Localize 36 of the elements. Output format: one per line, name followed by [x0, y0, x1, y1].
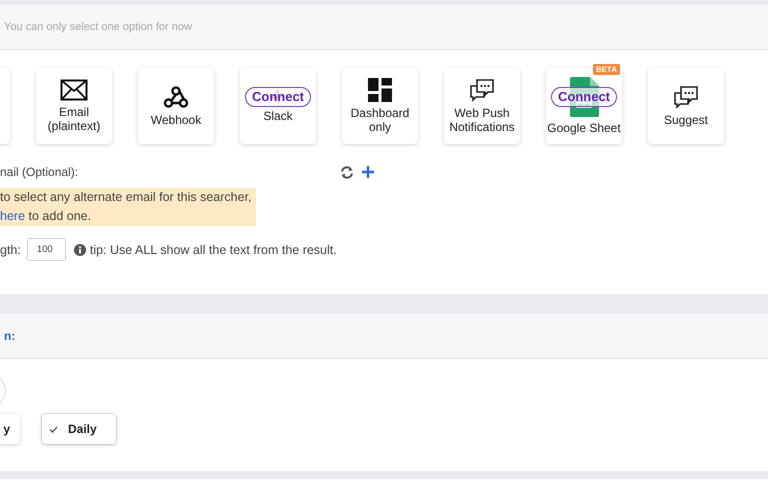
warning-text: to select any alternate email for this searcher,	[0, 189, 252, 206]
field-label: gth:	[0, 242, 21, 256]
channel-card[interactable]: Webhook	[138, 68, 214, 144]
length-input[interactable]: 100	[26, 238, 66, 261]
channel-label: Web Push Notifications	[449, 106, 515, 134]
chat-bubbles-icon	[673, 85, 699, 109]
channel-card[interactable]: Email (plaintext)	[36, 68, 112, 144]
beta-badge: BETA	[592, 64, 620, 75]
channel-card[interactable]: Connect Slack	[240, 68, 316, 144]
warning-text: to add one.	[28, 209, 92, 223]
check-icon	[49, 426, 58, 432]
tip-text: tip: Use ALL show all the text from the result.	[90, 242, 337, 256]
channel-card[interactable]: Dashboard only	[342, 68, 418, 144]
frequency-option[interactable]: y	[0, 414, 20, 444]
connect-button[interactable]: Connect	[551, 87, 617, 107]
section-title: n:	[4, 329, 16, 343]
chat-bubbles-icon	[469, 78, 495, 102]
refresh-icon[interactable]	[340, 166, 354, 178]
add-link[interactable]: here	[0, 209, 26, 223]
field-label: nail (Optional):	[0, 165, 80, 179]
channel-label: Suggest	[664, 113, 708, 127]
connect-button[interactable]: Connect	[245, 87, 311, 107]
channel-label: Webhook	[150, 113, 202, 127]
channel-card[interactable]: Web Push Notifications	[444, 68, 520, 144]
channel-label: Dashboard only	[350, 106, 410, 134]
channel-card[interactable]: Suggest	[648, 68, 724, 144]
hint-text: You can only select one option for now	[4, 21, 192, 33]
channel-label: Email (plaintext)	[48, 105, 100, 133]
frequency-option[interactable]: Daily	[42, 414, 116, 444]
info-icon	[74, 244, 86, 256]
envelope-icon	[60, 79, 88, 101]
add-icon[interactable]	[362, 166, 374, 178]
webhook-icon	[163, 85, 189, 109]
channel-label: Slack	[263, 109, 293, 123]
channel-label: Google Sheet	[547, 121, 621, 135]
dashboard-icon	[368, 78, 392, 102]
